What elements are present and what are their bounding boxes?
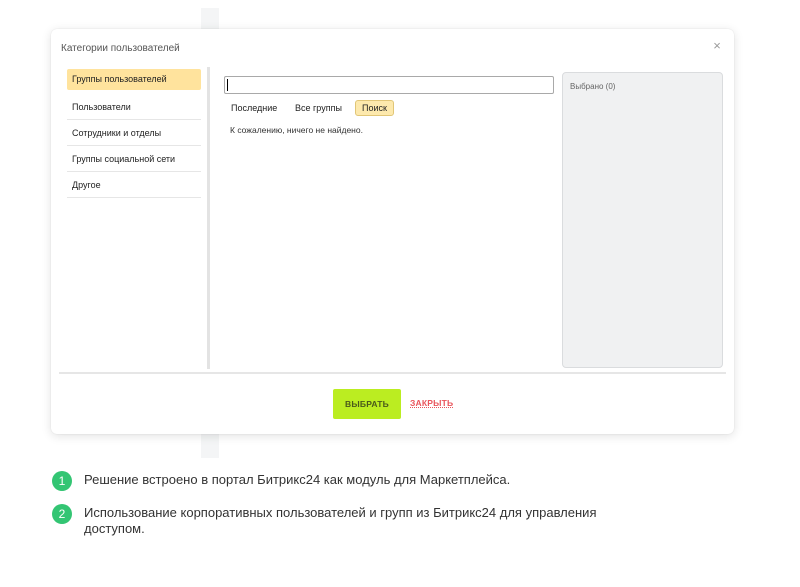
- sidebar-item-user-groups[interactable]: Группы пользователей: [67, 69, 201, 90]
- tab-recent[interactable]: Последние: [225, 100, 283, 116]
- vertical-divider: [207, 67, 210, 369]
- user-categories-dialog: Категории пользователей × Группы пользов…: [51, 29, 734, 434]
- select-button[interactable]: ВЫБРАТЬ: [333, 389, 401, 419]
- search-input[interactable]: [224, 76, 554, 94]
- note-text: Использование корпоративных пользователе…: [84, 505, 597, 536]
- footer-divider: [59, 372, 726, 374]
- note-text: Решение встроено в портал Битрикс24 как …: [84, 472, 511, 487]
- dialog-title: Категории пользователей: [61, 43, 180, 54]
- sidebar-item-other[interactable]: Другое: [67, 173, 201, 198]
- sidebar-item-users[interactable]: Пользователи: [67, 95, 201, 120]
- tab-all-groups[interactable]: Все группы: [289, 100, 348, 116]
- number-badge: 1: [52, 471, 72, 491]
- number-badge: 2: [52, 504, 72, 524]
- category-sidebar: Группы пользователей Пользователи Сотруд…: [67, 69, 201, 199]
- selected-count-label: Выбрано (0): [570, 82, 616, 91]
- close-link[interactable]: ЗАКРЫТЬ: [410, 398, 453, 408]
- no-results-message: К сожалению, ничего не найдено.: [230, 125, 363, 135]
- close-icon[interactable]: ×: [711, 39, 723, 52]
- selected-panel: Выбрано (0): [562, 72, 723, 368]
- tab-search[interactable]: Поиск: [355, 100, 394, 116]
- sidebar-item-employees-departments[interactable]: Сотрудники и отделы: [67, 121, 201, 146]
- text-caret: [227, 79, 228, 91]
- sidebar-item-social-groups[interactable]: Группы социальной сети: [67, 147, 201, 172]
